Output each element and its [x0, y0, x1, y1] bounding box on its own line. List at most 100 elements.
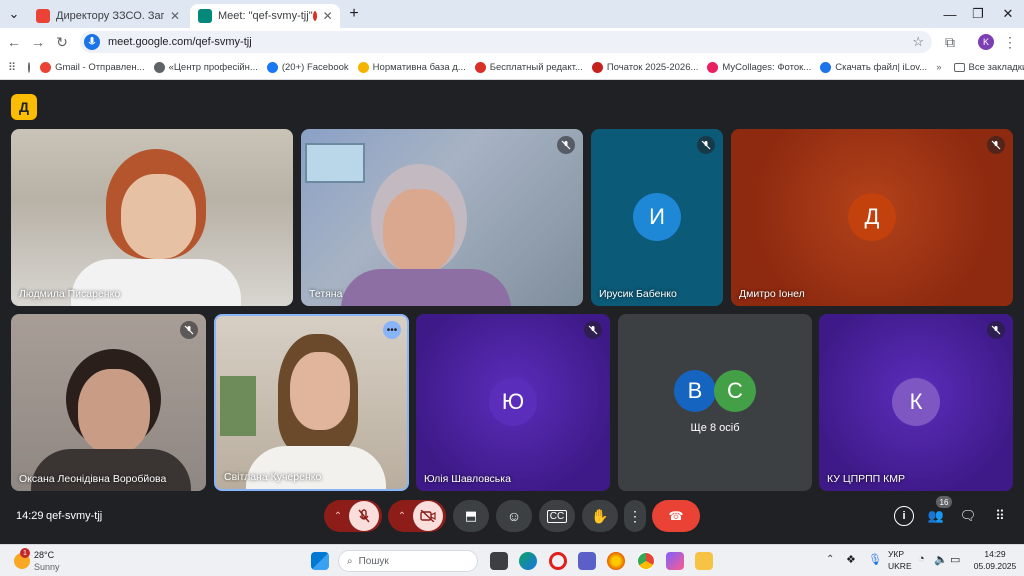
firefox-icon[interactable] [607, 552, 625, 570]
present-button[interactable]: ⬒ [453, 500, 489, 532]
others-count-label: Ще 8 осіб [690, 422, 740, 434]
participant-tile[interactable]: Тетяна [301, 129, 583, 306]
battery-icon[interactable]: ▭ [950, 553, 960, 566]
people-icon[interactable]: 👥 [926, 506, 946, 526]
chat-icon[interactable]: 🗨 [958, 506, 978, 526]
participant-avatar: К [892, 378, 940, 426]
copilot-icon[interactable] [666, 552, 684, 570]
tab-search-icon[interactable]: ⌄ [0, 0, 28, 28]
wifi-icon[interactable]: ◔ [918, 553, 925, 565]
mic-toggle-button[interactable]: ⌃ [324, 500, 382, 532]
mic-off-icon [557, 136, 575, 154]
task-view-icon[interactable] [490, 552, 508, 570]
participant-tile[interactable]: К КУ ЦПРПП КМР [819, 314, 1013, 491]
edge-icon[interactable] [519, 552, 537, 570]
bookmark-item[interactable]: «Центр професійн... [153, 62, 258, 73]
opera-icon[interactable] [549, 552, 567, 570]
volume-icon[interactable]: 🔈 [934, 553, 948, 566]
heart-icon [707, 62, 719, 73]
raise-hand-button[interactable]: ✋ [582, 500, 618, 532]
participant-tile[interactable]: И Ирусик Бабенко [591, 129, 723, 306]
forward-icon[interactable]: → [28, 32, 48, 52]
video-shirt [341, 269, 511, 306]
apps-icon[interactable]: ⠿ [8, 61, 16, 74]
bookmark-item[interactable]: Скачать файл| iLov... [820, 62, 927, 73]
chevron-up-icon[interactable]: ⌃ [327, 511, 349, 522]
bookmark-label: «Центр професійн... [168, 62, 258, 73]
bookmark-item[interactable]: (20+) Facebook [266, 62, 349, 73]
tray-chevron-icon[interactable]: ⌃ [826, 554, 834, 565]
captions-button[interactable]: CC [539, 500, 575, 532]
info-icon[interactable]: i [894, 506, 914, 526]
gmail-icon [40, 62, 52, 73]
weather-desc: Sunny [34, 562, 60, 572]
lang-bottom[interactable]: UKRE [888, 561, 912, 571]
clock-date[interactable]: 05.09.2025 [970, 561, 1020, 571]
bookmarks-bar: ⠿ Gmail - Отправлен... «Центр професійн.… [0, 56, 1024, 80]
video-face [121, 174, 196, 259]
mic-off-icon [584, 321, 602, 339]
bookmark-item[interactable]: Бесплатный редакт... [474, 62, 583, 73]
profile-avatar[interactable]: K [978, 34, 994, 50]
participant-name: Тетяна [309, 288, 343, 300]
document-icon [357, 62, 369, 73]
more-options-button[interactable]: ⋮ [624, 500, 646, 532]
mic-tray-icon[interactable]: 🎙 [868, 553, 882, 566]
leave-call-button[interactable]: ☎ [652, 500, 700, 532]
video-face [78, 369, 150, 454]
extensions-icon[interactable]: ⧉ [940, 32, 960, 52]
tab-meet[interactable]: Meet: "qef-svmy-tjj" ✕ [190, 4, 340, 28]
participant-tile[interactable]: ••• Світлана Кучеренко [214, 314, 409, 491]
all-bookmarks-button[interactable]: Все закладки [953, 62, 1024, 73]
participant-name: Ирусик Бабенко [599, 288, 677, 300]
globe-icon[interactable] [28, 62, 31, 73]
dropbox-icon[interactable]: ❖ [846, 553, 856, 566]
windows-taskbar: 1 28°C Sunny ⌕ Пошук ⌃ ❖ 🎙 УКР UKRE ◔ 🔈 … [0, 544, 1024, 576]
mic-icon [84, 34, 100, 50]
close-window-icon[interactable]: ✕ [990, 0, 1024, 28]
new-tab-button[interactable]: + [342, 0, 366, 28]
participant-name: Юлія Шавловська [424, 473, 511, 485]
lang-top[interactable]: УКР [888, 549, 904, 559]
meet-badge-icon[interactable]: Д [11, 94, 37, 120]
rocket-icon [591, 62, 603, 73]
bookmark-item[interactable]: Початок 2025-2026... [591, 62, 698, 73]
clock-time[interactable]: 14:29 [972, 549, 1018, 559]
close-tab-icon[interactable]: ✕ [317, 9, 333, 23]
participant-name: Дмитро Іонел [739, 288, 805, 300]
video-face [383, 189, 455, 274]
participant-tile[interactable]: Людмила Писаренко [11, 129, 293, 306]
reload-icon[interactable]: ↻ [52, 32, 72, 52]
chevron-up-icon[interactable]: ⌃ [391, 511, 413, 522]
file-explorer-icon[interactable] [695, 552, 713, 570]
activities-icon[interactable]: ⠿ [990, 506, 1010, 526]
camera-toggle-button[interactable]: ⌃ [388, 500, 446, 532]
more-options-icon[interactable]: ••• [383, 321, 401, 339]
menu-icon[interactable]: ⋮ [1000, 32, 1020, 52]
url-field[interactable]: meet.google.com/qef-svmy-tjj ☆ [80, 31, 932, 53]
video-window [220, 376, 256, 436]
bookmark-item[interactable]: Gmail - Отправлен... [40, 62, 145, 73]
present-screen-icon: ⬒ [464, 508, 478, 523]
participant-tile[interactable]: Оксана Леонідівна Воробйова [11, 314, 206, 491]
bookmark-label: Gmail - Отправлен... [55, 62, 145, 73]
bookmark-item[interactable]: Нормативна база д... [357, 62, 466, 73]
participant-name: Оксана Леонідівна Воробйова [19, 473, 167, 485]
bookmark-item[interactable]: MyCollages: Фоток... [707, 62, 811, 73]
teams-icon[interactable] [578, 552, 596, 570]
video-shirt [246, 446, 386, 489]
taskbar-search[interactable]: ⌕ Пошук [338, 550, 478, 572]
bookmark-star-icon[interactable]: ☆ [912, 34, 924, 50]
tab-email[interactable]: Директору ЗЗСО. Запрошення ✕ [28, 4, 188, 28]
reactions-button[interactable]: ☺ [496, 500, 532, 532]
close-tab-icon[interactable]: ✕ [164, 9, 180, 23]
back-icon[interactable]: ← [4, 32, 24, 52]
participant-tile[interactable]: Ю Юлія Шавловська [416, 314, 610, 491]
more-bookmarks-icon[interactable]: » [936, 62, 941, 73]
start-icon[interactable] [311, 552, 329, 570]
gmail-icon [36, 9, 50, 23]
chrome-icon[interactable] [637, 552, 655, 570]
participant-tile[interactable]: Д Дмитро Іонел [731, 129, 1013, 306]
more-vert-icon: ⋮ [628, 507, 642, 524]
others-tile[interactable]: В С Ще 8 осіб [618, 314, 812, 491]
